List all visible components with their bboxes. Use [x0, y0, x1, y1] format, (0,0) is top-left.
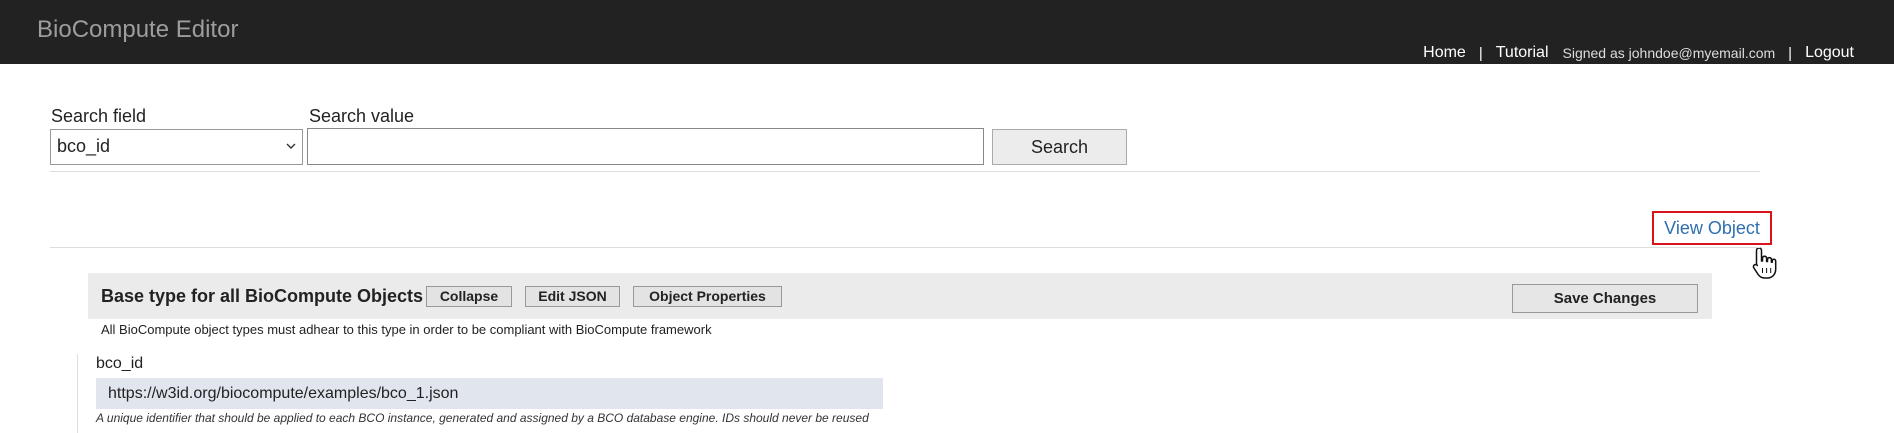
divider — [50, 247, 1760, 248]
object-properties-button[interactable]: Object Properties — [633, 286, 782, 307]
search-field-label: Search field — [51, 106, 147, 126]
search-field-selected: bco_id — [57, 136, 111, 156]
divider — [50, 171, 1760, 172]
search-button[interactable]: Search — [992, 129, 1127, 165]
bco-id-field[interactable]: https://w3id.org/biocompute/examples/bco… — [96, 378, 883, 409]
signed-in-user: Signed as johndoe@myemail.com — [1562, 45, 1776, 61]
nav-links: Home | Tutorial Signed as johndoe@myemai… — [1423, 44, 1854, 62]
save-changes-button[interactable]: Save Changes — [1512, 284, 1698, 313]
search-value-input[interactable] — [307, 128, 984, 165]
nav-separator: | — [1478, 44, 1483, 62]
field-indent-rule — [77, 354, 78, 433]
nav-home-link[interactable]: Home — [1423, 44, 1466, 62]
search-field-select[interactable]: bco_id — [50, 129, 303, 165]
top-navbar: BioCompute Editor Home | Tutorial Signed… — [0, 0, 1894, 64]
chevron-down-icon — [286, 143, 296, 149]
schema-description: All BioCompute object types must adhear … — [101, 322, 712, 337]
nav-tutorial-link[interactable]: Tutorial — [1496, 44, 1549, 62]
field-label: bco_id — [96, 355, 144, 372]
app-title[interactable]: BioCompute Editor — [37, 16, 238, 44]
field-help-text: A unique identifier that should be appli… — [96, 411, 869, 425]
collapse-button[interactable]: Collapse — [426, 286, 512, 307]
nav-separator: | — [1788, 44, 1793, 62]
edit-json-button[interactable]: Edit JSON — [525, 286, 620, 307]
search-value-label: Search value — [309, 106, 415, 126]
schema-header-panel: Base type for all BioCompute Objects Col… — [88, 273, 1712, 319]
nav-logout-link[interactable]: Logout — [1805, 44, 1854, 62]
view-object-link[interactable]: View Object — [1652, 211, 1772, 245]
schema-title: Base type for all BioCompute Objects — [101, 286, 424, 306]
hand-pointer-icon — [1752, 247, 1777, 279]
